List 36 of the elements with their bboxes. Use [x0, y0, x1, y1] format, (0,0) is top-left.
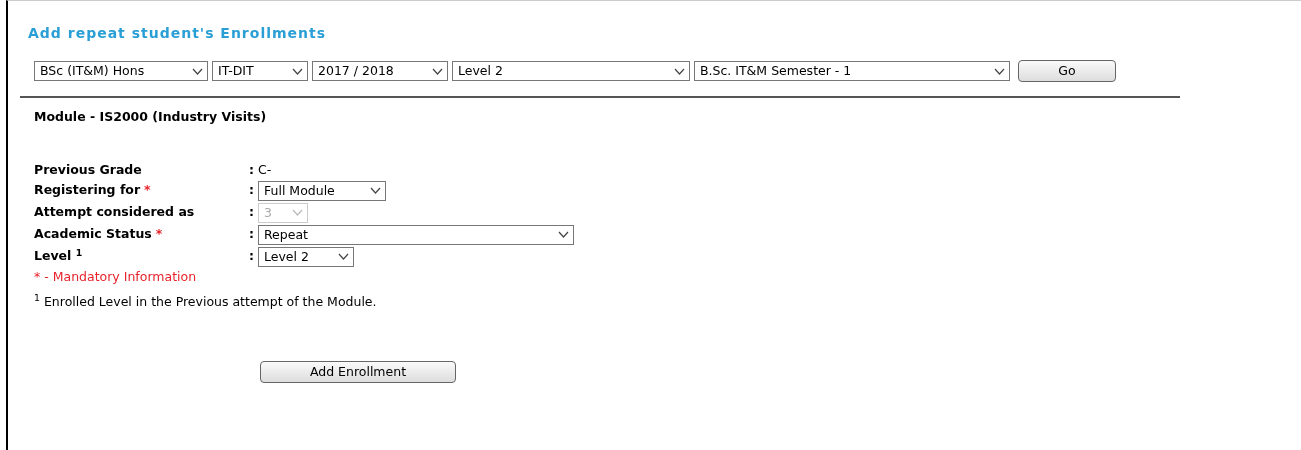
dropdown[interactable]: IT-DIT: [212, 61, 308, 81]
field-label: Registering for: [34, 181, 141, 200]
field-label: Academic Status: [34, 225, 152, 244]
go-button[interactable]: Go: [1018, 60, 1116, 82]
caret-icon: [338, 253, 349, 261]
mandatory-note: * - Mandatory Information: [34, 267, 198, 286]
caret-icon: [370, 187, 381, 195]
dropdown[interactable]: Level 2: [258, 246, 354, 267]
required-mark: *: [155, 225, 163, 244]
caret-icon: [558, 231, 569, 239]
caret-icon: [994, 67, 1005, 75]
field-label: Previous Grade: [34, 160, 142, 179]
dropdown[interactable]: 2017 / 2018: [312, 61, 448, 81]
dropdown[interactable]: Repeat: [258, 224, 574, 245]
dropdown[interactable]: BSc (IT&M) Hons: [34, 61, 208, 81]
module-heading: Module - IS2000 (Industry Visits): [34, 108, 268, 126]
colon: :: [249, 160, 254, 179]
field-label: Level $^{1}$: [34, 247, 83, 266]
colon: :: [249, 203, 254, 222]
caret-icon: [292, 209, 303, 217]
page-title: Add repeat student's Enrollments: [28, 24, 328, 43]
caret-icon: [192, 67, 203, 75]
add-enrollment-button[interactable]: Add Enrollment: [260, 361, 456, 384]
required-mark: *: [144, 181, 151, 200]
dropdown[interactable]: Full Module: [258, 180, 386, 201]
field-label: Attempt considered as: [34, 203, 195, 222]
footnote: $^{1}$ Enrolled Level in the Previous attempt of the Module.: [34, 292, 378, 311]
colon: :: [249, 225, 254, 244]
colon: :: [249, 247, 254, 266]
caret-icon: [674, 67, 685, 75]
field-value: C-: [258, 160, 272, 179]
caret-icon: [292, 67, 303, 75]
caret-icon: [432, 67, 443, 75]
dropdown[interactable]: B.Sc. IT&M Semester - 1: [694, 61, 1010, 81]
dropdown[interactable]: Level 2: [452, 61, 690, 81]
colon: :: [249, 181, 254, 200]
